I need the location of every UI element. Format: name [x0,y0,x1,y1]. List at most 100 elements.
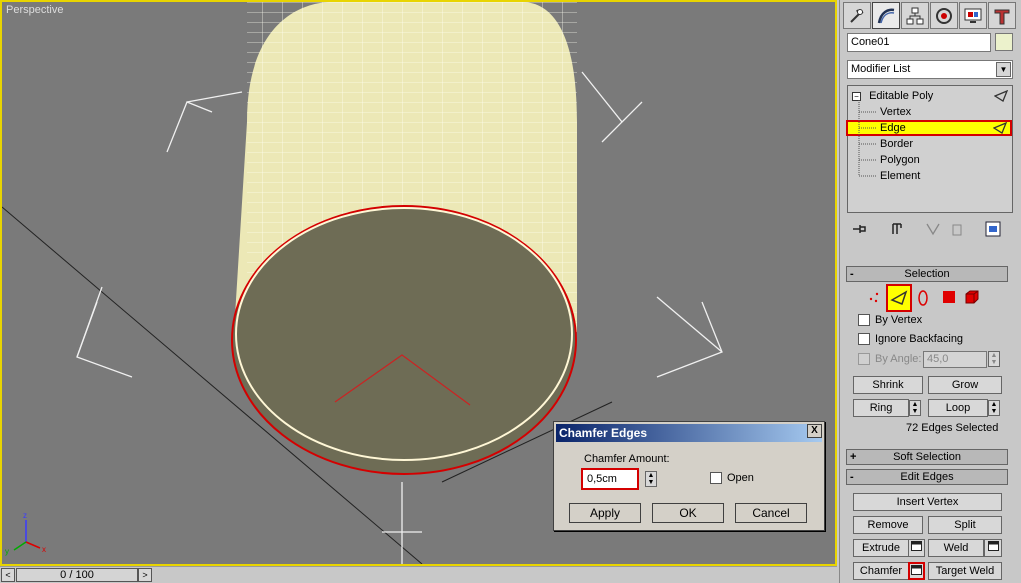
modify-tab[interactable] [872,2,900,29]
chamfer-amount-spinner[interactable]: ▲ ▼ [645,471,657,487]
time-slider[interactable]: 0 / 100 [16,568,138,582]
edge-mode-icon [890,290,908,305]
make-unique-button[interactable] [924,220,942,238]
open-checkbox[interactable] [710,472,722,484]
chamfer-amount-value: 0,5cm [587,473,617,485]
settings-window-icon [911,565,922,575]
ignore-backfacing-label: Ignore Backfacing [875,333,964,345]
modifier-stack: − Editable Poly Vertex Edge Border Polyg… [846,85,1013,213]
make-unique-icon [926,223,940,236]
configure-sets-button[interactable] [984,220,1002,238]
element-mode-button[interactable] [964,290,980,304]
loop-spinner[interactable]: ▲ ▼ [988,400,1000,416]
extrude-settings-button[interactable] [908,539,925,557]
trash-icon [952,224,962,236]
open-label: Open [727,472,754,484]
by-vertex-label: By Vertex [875,314,923,326]
edit-edges-title: Edit Edges [900,471,954,483]
svg-text:x: x [42,545,46,554]
ring-button[interactable]: Ring [853,399,909,417]
selection-rollout-header[interactable]: - Selection [846,266,1008,282]
loop-button[interactable]: Loop [928,399,988,417]
close-button[interactable]: X [807,424,822,438]
soft-selection-rollout-header[interactable]: + Soft Selection [846,449,1008,465]
chamfer-edges-dialog: Chamfer Edges X Chamfer Amount: 0,5cm ▲ ▼… [553,421,825,531]
vertex-mode-button[interactable] [868,290,880,304]
ring-spinner[interactable]: ▲ ▼ [909,400,921,416]
time-prev-button[interactable]: < [1,568,15,582]
collapse-sign: - [850,268,854,280]
element-mode-icon [965,290,979,304]
motion-tab[interactable] [930,2,958,29]
split-button[interactable]: Split [928,516,1002,534]
weld-button[interactable]: Weld [928,539,984,557]
edge-subobject-icon [994,90,1008,102]
chamfer-amount-label: Chamfer Amount: [584,453,670,465]
chamfer-button[interactable]: Chamfer [853,562,909,580]
chevron-down-icon[interactable]: ▼ [996,62,1011,77]
insert-vertex-button[interactable]: Insert Vertex [853,493,1002,511]
time-slider-bar: < 0 / 100 > [0,566,837,583]
svg-text:z: z [23,511,27,520]
motion-icon [936,7,952,24]
remove-modifier-button[interactable] [948,220,966,238]
by-vertex-checkbox[interactable] [858,314,870,326]
pin-icon [853,225,866,233]
chamfer-amount-input[interactable]: 0,5cm [581,468,639,490]
polygon-mode-button[interactable] [942,290,956,304]
modifier-list-dropdown[interactable]: Modifier List ▼ [847,60,1013,79]
by-angle-checkbox[interactable] [858,353,870,365]
angle-threshold-field[interactable]: 45,0 [923,351,987,368]
time-next-button[interactable]: > [138,568,152,582]
expand-sign: + [850,451,857,463]
cancel-button[interactable]: Cancel [735,503,807,523]
hierarchy-icon [906,7,924,24]
border-mode-button[interactable] [916,288,930,308]
subobject-mode-icons [866,284,988,314]
command-panel: Cone01 Modifier List ▼ − Editable Poly V… [839,0,1021,583]
vertex-mode-icon [869,292,879,303]
remove-button[interactable]: Remove [853,516,923,534]
modifier-list-label: Modifier List [851,63,911,75]
shrink-button[interactable]: Shrink [853,376,923,394]
stack-tree-lines [858,100,876,177]
settings-window-icon [911,541,922,551]
border-mode-icon [918,290,928,306]
dialog-title: Chamfer Edges [556,424,822,442]
ignore-backfacing-checkbox[interactable] [858,333,870,345]
apply-button[interactable]: Apply [569,503,641,523]
display-tab[interactable] [959,2,987,29]
settings-window-icon [987,541,999,551]
pin-stack-button[interactable] [850,220,868,238]
hierarchy-tab[interactable] [901,2,929,29]
svg-text:y: y [5,547,9,556]
create-tab[interactable] [843,2,871,29]
modify-icon [877,8,895,23]
edge-subobject-icon [993,122,1007,134]
extrude-button[interactable]: Extrude [853,539,909,557]
by-angle-label: By Angle: [875,353,922,365]
edge-mode-button[interactable] [886,284,912,312]
chamfer-settings-button[interactable] [908,562,925,580]
viewport-label[interactable]: Perspective [6,4,63,16]
collapse-sign: - [850,471,854,483]
polygon-mode-icon [943,291,955,303]
show-end-result-icon [892,223,902,234]
configure-icon [985,221,1001,237]
weld-settings-button[interactable] [984,539,1002,557]
ok-button[interactable]: OK [652,503,724,523]
display-icon [964,8,982,23]
object-color-swatch[interactable] [995,33,1013,51]
target-weld-button[interactable]: Target Weld [928,562,1002,580]
show-end-result-button[interactable] [888,220,906,238]
soft-selection-title: Soft Selection [893,451,961,463]
create-icon [850,8,864,23]
object-name-field[interactable]: Cone01 [847,33,991,52]
utilities-tab[interactable] [988,2,1016,29]
panel-tabs [843,2,1019,30]
edit-edges-rollout-header[interactable]: - Edit Edges [846,469,1008,485]
angle-spinner[interactable]: ▲ ▼ [988,351,1000,367]
selection-status: 72 Edges Selected [906,422,999,434]
grow-button[interactable]: Grow [928,376,1002,394]
utilities-icon [994,9,1010,24]
